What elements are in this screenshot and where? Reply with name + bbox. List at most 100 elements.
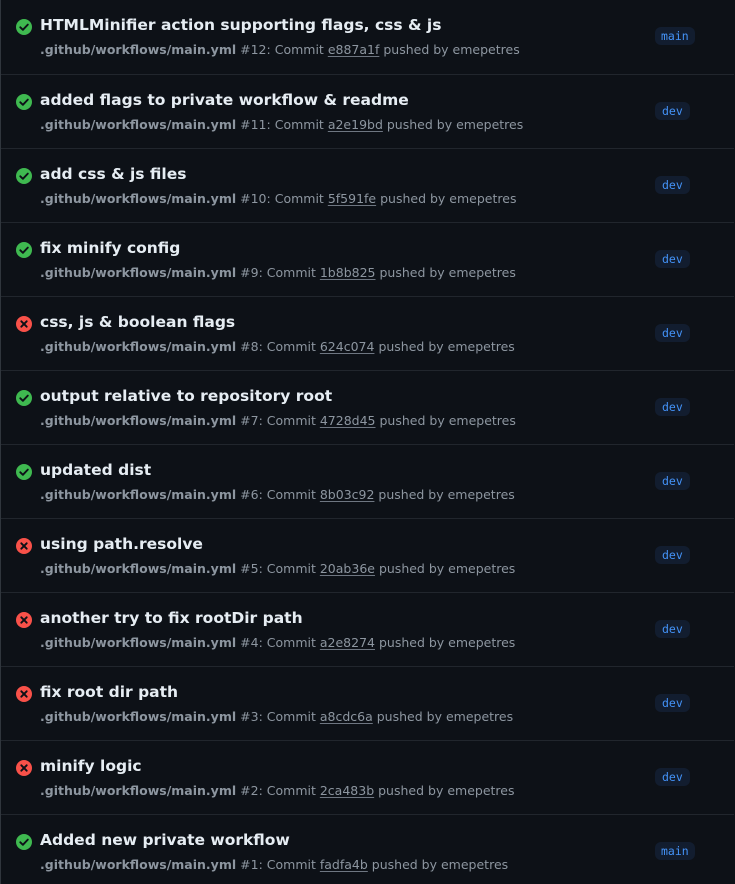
- run-number-colon: :: [258, 857, 263, 872]
- pushed-by-text: pushed by emepetres: [378, 339, 515, 354]
- commit-label: Commit: [274, 191, 324, 206]
- workflow-file-name: .github/workflows/main.yml: [40, 709, 237, 724]
- workflow-file-name: .github/workflows/main.yml: [40, 635, 237, 650]
- check-circle-icon: [16, 834, 32, 850]
- commit-sha-link[interactable]: a8cdc6a: [320, 709, 373, 724]
- commit-label: Commit: [274, 117, 324, 132]
- workflow-run-row[interactable]: updated dist .github/workflows/main.yml …: [1, 445, 734, 519]
- commit-sha-link[interactable]: 4728d45: [320, 413, 376, 428]
- workflow-runs-list: HTMLMinifier action supporting flags, cs…: [0, 0, 734, 884]
- commit-sha-link[interactable]: e887a1f: [328, 42, 380, 57]
- run-number-colon: :: [258, 561, 263, 576]
- commit-label: Commit: [266, 783, 316, 798]
- run-meta: .github/workflows/main.yml #4: Commit a2…: [40, 635, 515, 650]
- branch-badge[interactable]: dev: [655, 102, 690, 120]
- run-number: #11: [240, 117, 267, 132]
- run-number-colon: :: [258, 339, 263, 354]
- pushed-by-text: pushed by emepetres: [379, 265, 516, 280]
- branch-badge[interactable]: dev: [655, 398, 690, 416]
- workflow-file-name: .github/workflows/main.yml: [40, 42, 237, 57]
- commit-label: Commit: [274, 42, 324, 57]
- run-meta: .github/workflows/main.yml #3: Commit a8…: [40, 709, 513, 724]
- run-title[interactable]: output relative to repository root: [40, 387, 332, 405]
- run-number: #5: [240, 561, 259, 576]
- commit-sha-link[interactable]: a2e19bd: [328, 117, 383, 132]
- x-circle-icon: [16, 316, 32, 332]
- run-number-colon: :: [258, 487, 263, 502]
- run-number: #6: [240, 487, 259, 502]
- run-title[interactable]: added flags to private workflow & readme: [40, 91, 409, 109]
- commit-sha-link[interactable]: 2ca483b: [320, 783, 374, 798]
- run-number-colon: :: [266, 191, 271, 206]
- run-title[interactable]: updated dist: [40, 461, 151, 479]
- run-number: #1: [240, 857, 259, 872]
- run-number-colon: :: [258, 265, 263, 280]
- run-meta: .github/workflows/main.yml #7: Commit 47…: [40, 413, 516, 428]
- workflow-run-row[interactable]: HTMLMinifier action supporting flags, cs…: [1, 0, 734, 75]
- run-meta: .github/workflows/main.yml #1: Commit fa…: [40, 857, 508, 872]
- workflow-run-row[interactable]: another try to fix rootDir path .github/…: [1, 593, 734, 667]
- run-meta: .github/workflows/main.yml #10: Commit 5…: [40, 191, 516, 206]
- commit-label: Commit: [266, 635, 316, 650]
- commit-label: Commit: [266, 857, 316, 872]
- branch-badge[interactable]: dev: [655, 324, 690, 342]
- workflow-run-row[interactable]: minify logic .github/workflows/main.yml …: [1, 741, 734, 815]
- run-title[interactable]: fix minify config: [40, 239, 180, 257]
- workflow-run-row[interactable]: output relative to repository root .gith…: [1, 371, 734, 445]
- run-number: #3: [240, 709, 259, 724]
- commit-sha-link[interactable]: fadfa4b: [320, 857, 368, 872]
- pushed-by-text: pushed by emepetres: [371, 857, 509, 872]
- run-meta: .github/workflows/main.yml #12: Commit e…: [40, 42, 520, 57]
- branch-badge[interactable]: dev: [655, 768, 690, 786]
- workflow-file-name: .github/workflows/main.yml: [40, 487, 237, 502]
- branch-badge[interactable]: dev: [655, 694, 690, 712]
- workflow-file-name: .github/workflows/main.yml: [40, 191, 237, 206]
- commit-sha-link[interactable]: 1b8b825: [320, 265, 376, 280]
- workflow-file-name: .github/workflows/main.yml: [40, 783, 237, 798]
- branch-badge[interactable]: dev: [655, 620, 690, 638]
- run-number-colon: :: [258, 783, 263, 798]
- run-number: #9: [240, 265, 259, 280]
- run-title[interactable]: another try to fix rootDir path: [40, 609, 303, 627]
- branch-badge[interactable]: dev: [655, 176, 690, 194]
- check-circle-icon: [16, 94, 32, 110]
- workflow-run-row[interactable]: Added new private workflow .github/workf…: [1, 815, 734, 884]
- workflow-run-row[interactable]: add css & js files .github/workflows/mai…: [1, 149, 734, 223]
- check-circle-icon: [16, 168, 32, 184]
- commit-sha-link[interactable]: a2e8274: [320, 635, 375, 650]
- workflow-run-row[interactable]: added flags to private workflow & readme…: [1, 75, 734, 149]
- workflow-file-name: .github/workflows/main.yml: [40, 339, 237, 354]
- branch-badge[interactable]: dev: [655, 472, 690, 490]
- run-title[interactable]: add css & js files: [40, 165, 186, 183]
- run-meta: .github/workflows/main.yml #8: Commit 62…: [40, 339, 515, 354]
- commit-sha-link[interactable]: 624c074: [320, 339, 375, 354]
- check-circle-icon: [16, 19, 32, 35]
- branch-badge[interactable]: main: [655, 27, 695, 45]
- run-title[interactable]: fix root dir path: [40, 683, 178, 701]
- run-title[interactable]: using path.resolve: [40, 535, 203, 553]
- commit-sha-link[interactable]: 8b03c92: [320, 487, 375, 502]
- commit-label: Commit: [266, 561, 316, 576]
- run-number-colon: :: [266, 42, 271, 57]
- branch-badge[interactable]: dev: [655, 546, 690, 564]
- pushed-by-text: pushed by emepetres: [378, 783, 515, 798]
- run-title[interactable]: minify logic: [40, 757, 142, 775]
- run-title[interactable]: Added new private workflow: [40, 831, 290, 849]
- workflow-file-name: .github/workflows/main.yml: [40, 857, 237, 872]
- workflow-run-row[interactable]: css, js & boolean flags .github/workflow…: [1, 297, 734, 371]
- run-number-colon: :: [266, 117, 271, 132]
- run-title[interactable]: css, js & boolean flags: [40, 313, 235, 331]
- commit-label: Commit: [266, 265, 316, 280]
- pushed-by-text: pushed by emepetres: [378, 635, 516, 650]
- run-title[interactable]: HTMLMinifier action supporting flags, cs…: [40, 16, 441, 34]
- commit-sha-link[interactable]: 20ab36e: [320, 561, 375, 576]
- commit-label: Commit: [266, 487, 316, 502]
- branch-badge[interactable]: dev: [655, 250, 690, 268]
- branch-badge[interactable]: main: [655, 842, 695, 860]
- run-meta: .github/workflows/main.yml #6: Commit 8b…: [40, 487, 515, 502]
- workflow-run-row[interactable]: fix root dir path .github/workflows/main…: [1, 667, 734, 741]
- commit-sha-link[interactable]: 5f591fe: [328, 191, 376, 206]
- workflow-run-row[interactable]: using path.resolve .github/workflows/mai…: [1, 519, 734, 593]
- workflow-run-row[interactable]: fix minify config .github/workflows/main…: [1, 223, 734, 297]
- check-circle-icon: [16, 464, 32, 480]
